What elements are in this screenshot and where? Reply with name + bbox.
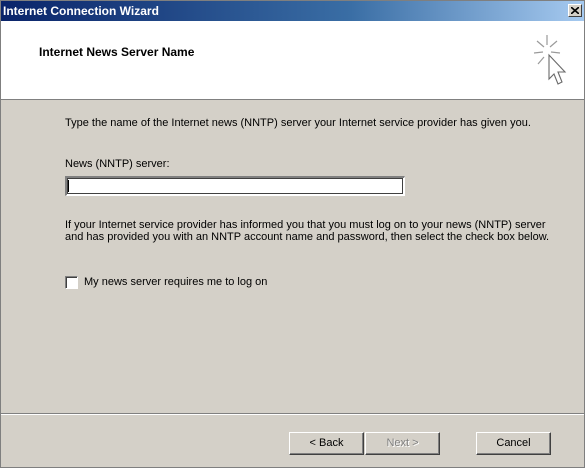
close-icon	[571, 7, 579, 14]
close-button[interactable]	[568, 4, 582, 17]
cancel-button[interactable]: Cancel	[476, 432, 551, 455]
title-bar[interactable]: Internet Connection Wizard	[1, 1, 584, 21]
logon-checkbox-label[interactable]: My news server requires me to log on	[84, 276, 267, 288]
wizard-cursor-icon	[533, 35, 567, 85]
text-caret	[68, 180, 69, 192]
page-title: Internet News Server Name	[39, 45, 195, 59]
wizard-header: Internet News Server Name	[1, 21, 584, 100]
news-server-label: News (NNTP) server:	[65, 158, 170, 170]
back-button[interactable]: < Back	[289, 432, 364, 455]
next-button[interactable]: Next >	[365, 432, 440, 455]
intro-text: Type the name of the Internet news (NNTP…	[65, 117, 531, 129]
logon-note: If your Internet service provider has in…	[65, 219, 550, 243]
logon-checkbox[interactable]	[65, 276, 78, 289]
wizard-content: Type the name of the Internet news (NNTP…	[1, 100, 584, 411]
news-server-input[interactable]	[65, 176, 405, 196]
footer-divider	[1, 413, 584, 415]
window-title: Internet Connection Wizard	[3, 4, 159, 18]
wizard-window: Internet Connection Wizard Internet News…	[0, 0, 585, 468]
